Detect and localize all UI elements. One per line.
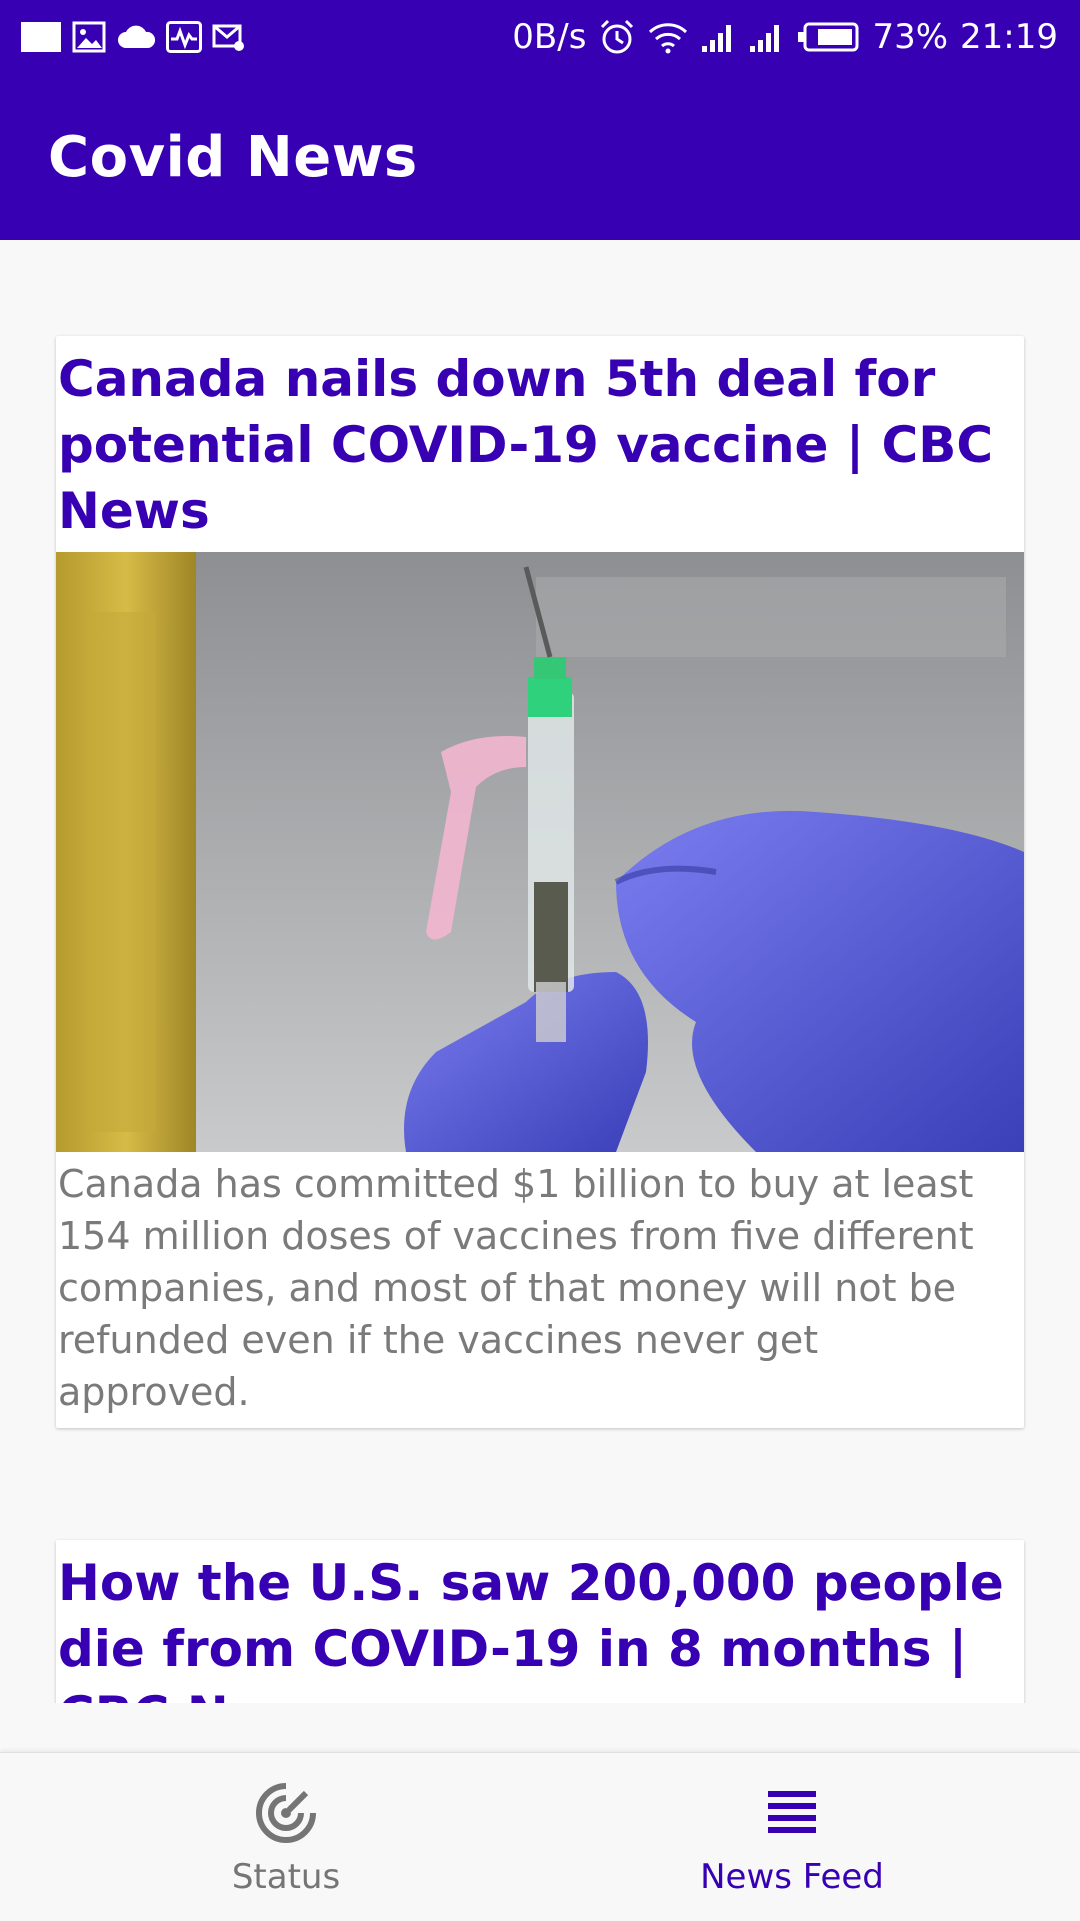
nav-label-news-feed: News Feed <box>700 1857 884 1897</box>
battery-icon <box>796 21 860 53</box>
list-icon <box>768 1791 816 1833</box>
image-icon <box>72 21 106 53</box>
cloud-icon <box>116 22 156 52</box>
news-card-description: Canada has committed $1 billion to buy a… <box>58 1162 974 1414</box>
news-card-title[interactable]: Canada nails down 5th deal for potential… <box>56 336 1024 544</box>
nav-label-status: Status <box>231 1857 341 1897</box>
net-speed: 0B/s <box>512 17 587 57</box>
news-card[interactable]: How the U.S. saw 200,000 people die from… <box>56 1540 1024 1703</box>
signal-icon <box>700 22 736 52</box>
signal-icon <box>748 22 784 52</box>
status-bar: 0B/s 73% 21:19 <box>0 0 1080 75</box>
status-system-icons: 0B/s 73% 21:19 <box>512 14 1058 60</box>
clock: 21:19 <box>960 17 1058 57</box>
pulse-icon <box>166 21 202 53</box>
status-notification-icons <box>20 18 246 56</box>
nav-item-status[interactable]: Status <box>16 1753 556 1921</box>
nav-item-news-feed[interactable]: News Feed <box>522 1753 1062 1921</box>
wifi-icon <box>648 20 688 54</box>
square-icon <box>20 21 62 53</box>
news-feed-list[interactable]: Canada nails down 5th deal for potential… <box>0 240 1080 1703</box>
news-card-title[interactable]: How the U.S. saw 200,000 people die from… <box>56 1540 1024 1703</box>
news-card[interactable]: Canada nails down 5th deal for potential… <box>56 336 1024 1428</box>
bottom-navigation: Status News Feed <box>0 1752 1080 1921</box>
radar-icon <box>256 1781 318 1843</box>
app-title: Covid News <box>48 125 418 190</box>
battery-percent: 73% <box>872 17 949 57</box>
mail-settings-icon <box>212 21 246 53</box>
app-bar: Covid News <box>0 75 1080 240</box>
alarm-icon <box>598 18 636 56</box>
news-card-image[interactable] <box>56 552 1024 1152</box>
